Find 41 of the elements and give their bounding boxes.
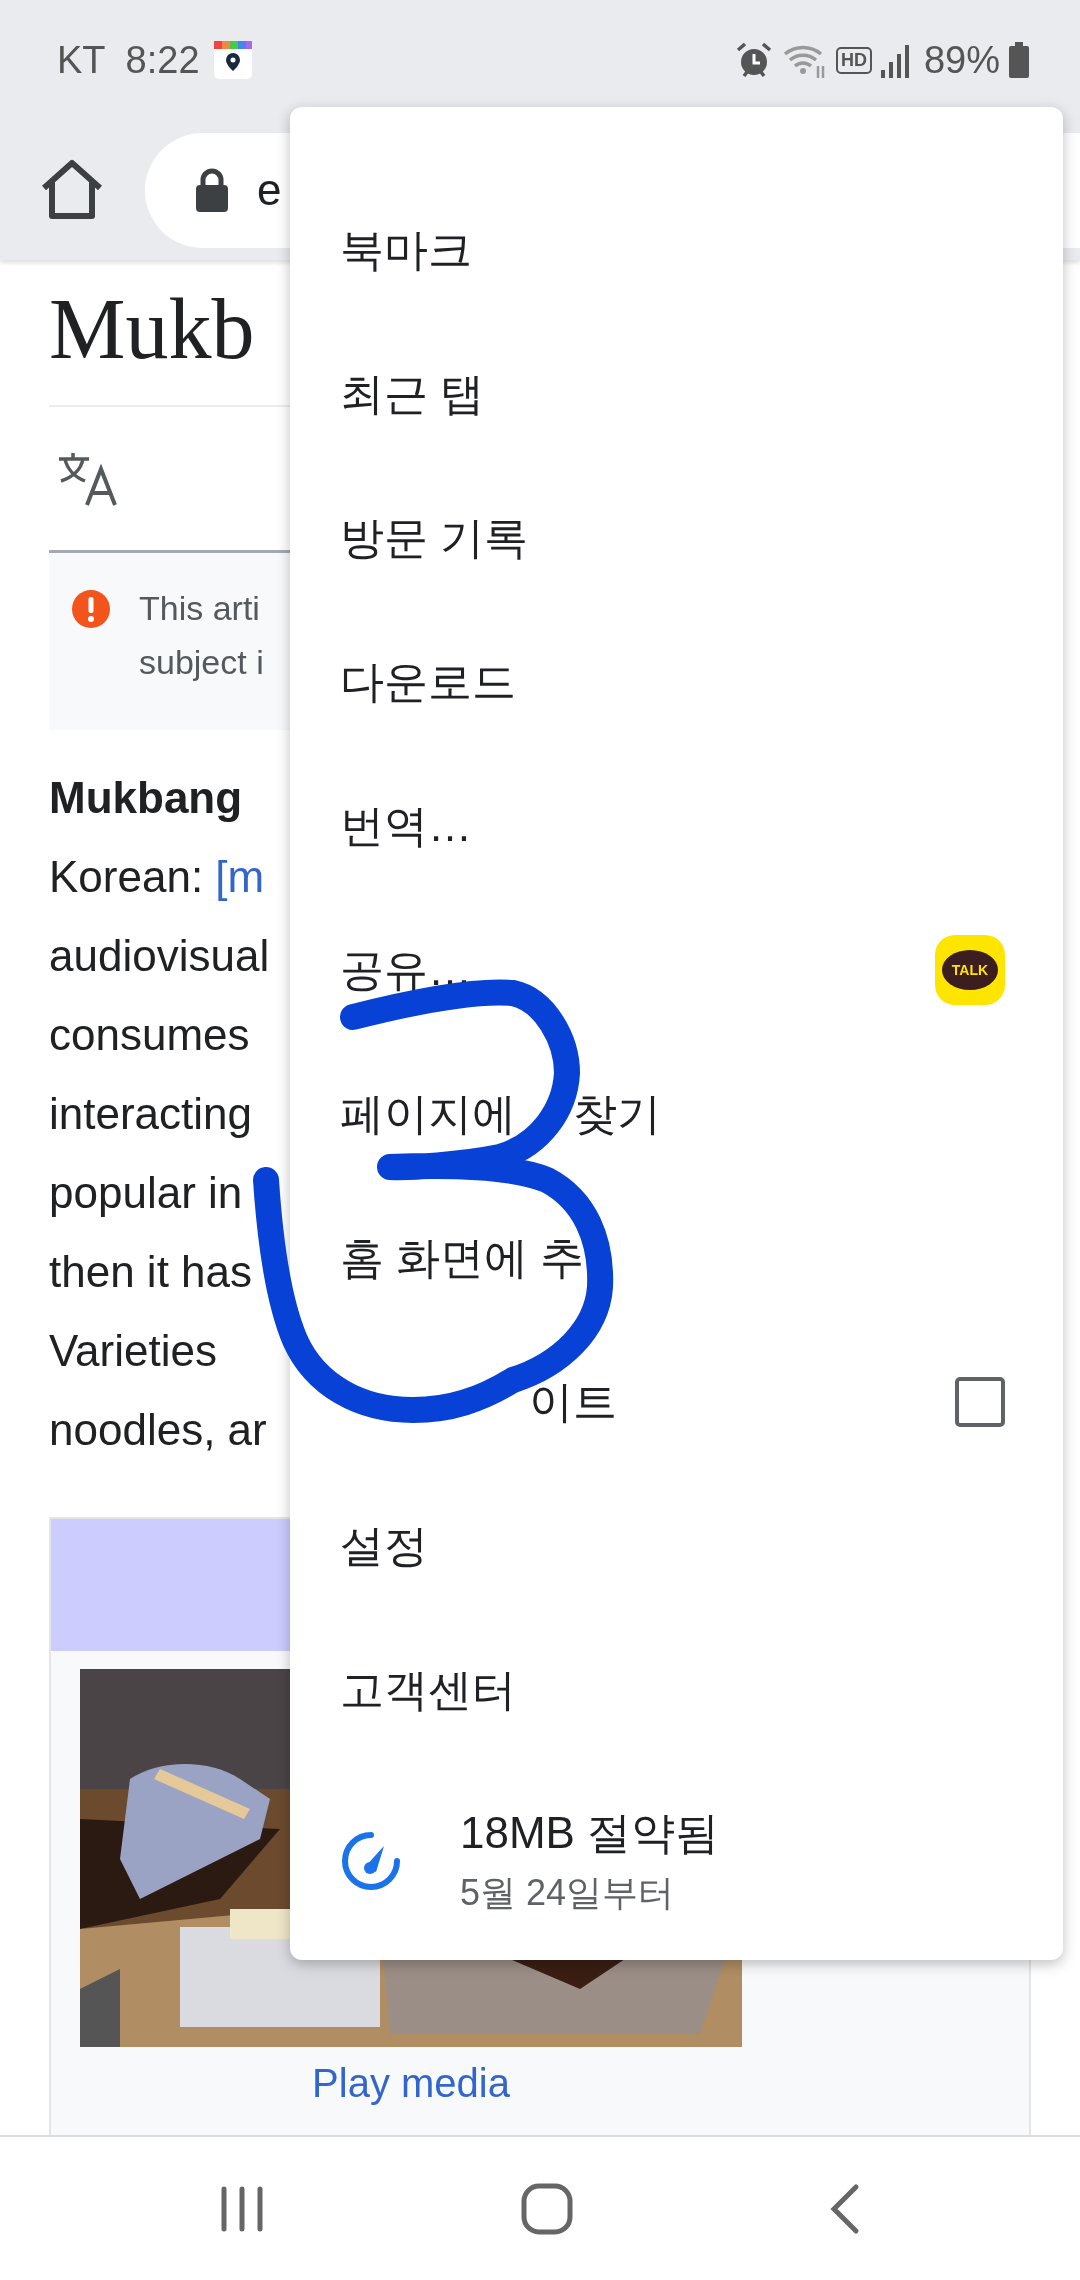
article-text: Mukbang xyxy=(49,772,243,824)
menu-item[interactable]: 고객센터 xyxy=(340,1660,516,1720)
article-text: interacting xyxy=(49,1088,252,1140)
battery-level: 89% xyxy=(923,38,1000,82)
article-text: Varieties xyxy=(49,1325,217,1377)
clock: 8:22 xyxy=(125,38,200,82)
url-text: e xyxy=(257,165,282,215)
app-icon-label: TALK xyxy=(942,950,998,990)
signal-icon xyxy=(879,42,910,78)
article-text: consumes xyxy=(49,1009,250,1061)
hd-voice-badge: HD xyxy=(835,46,872,74)
warning-icon xyxy=(71,589,111,629)
menu-item[interactable]: 설정 xyxy=(340,1516,428,1576)
speedometer-icon xyxy=(340,1830,402,1892)
menu-item[interactable]: 페이지에 xyxy=(340,1084,516,1144)
article-text: Korean: xyxy=(49,852,205,901)
menu-item[interactable]: 번역… xyxy=(340,796,472,856)
article-text: noodles, ar xyxy=(49,1404,267,1456)
article-text: then it has xyxy=(49,1246,253,1298)
menu-item[interactable]: 홈 화면에 추 xyxy=(340,1228,585,1288)
menu-item[interactable]: 방문 기록 xyxy=(340,508,529,568)
menu-item[interactable]: 다운로드 xyxy=(340,652,516,712)
pronunciation-link[interactable]: [m xyxy=(215,852,265,901)
lock-icon xyxy=(195,167,229,213)
notice-text: subject i xyxy=(139,642,264,683)
home-icon xyxy=(39,158,105,222)
menu-item[interactable]: 이트 xyxy=(529,1372,618,1432)
map-pin-app-icon xyxy=(213,41,252,79)
menu-item[interactable]: 공유… xyxy=(340,940,472,1000)
data-saved-since: 5월 24일부터 xyxy=(460,1871,676,1915)
checkbox[interactable] xyxy=(955,1377,1005,1427)
article-text: audiovisual xyxy=(49,930,270,982)
chat-app-icon[interactable]: TALK xyxy=(935,935,1005,1005)
home-icon xyxy=(521,2182,573,2235)
article-text: popular in xyxy=(49,1167,243,1219)
battery-icon xyxy=(1008,42,1030,78)
menu-item[interactable]: 찾기 xyxy=(573,1084,662,1144)
play-media-link[interactable]: Play media xyxy=(80,2061,742,2106)
carrier-name: KT xyxy=(57,38,106,82)
notice-text: This arti xyxy=(139,588,261,629)
data-saved-title: 18MB 절약됨 xyxy=(460,1807,720,1859)
